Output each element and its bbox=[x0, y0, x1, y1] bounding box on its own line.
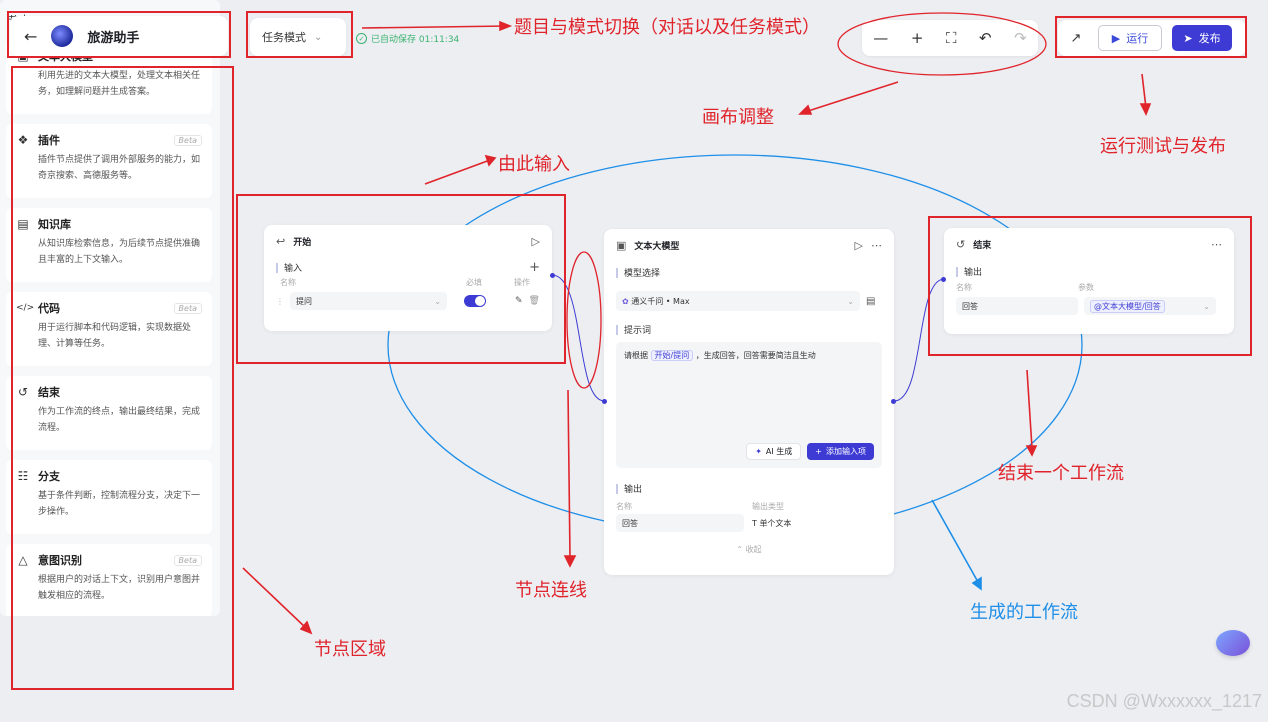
prompt-text-after: ，生成回答，回答需要简洁且生动 bbox=[695, 351, 816, 360]
section-title: 提示词 bbox=[616, 323, 882, 336]
annotation-box-end bbox=[928, 216, 1252, 356]
assistant-mascot-icon[interactable] bbox=[1216, 630, 1250, 656]
collapse-button[interactable]: ⌃ 收起 bbox=[616, 544, 882, 555]
chevron-up-icon: ⌃ bbox=[736, 545, 744, 554]
edge-ellipse bbox=[566, 251, 602, 389]
annotation-mode-switch: 题目与模式切换（对话以及任务模式） bbox=[514, 17, 820, 38]
output-name-field[interactable]: 回答 bbox=[616, 514, 744, 532]
ai-generate-label: AI 生成 bbox=[765, 447, 793, 456]
watermark: CSDN @Wxxxxxx_1217 bbox=[1066, 691, 1262, 711]
annotation-generated-flow: 生成的工作流 bbox=[970, 602, 1078, 623]
prompt-text-before: 请根据 bbox=[624, 351, 648, 360]
collapse-label: 收起 bbox=[745, 545, 762, 554]
sparkle-icon: ✦ bbox=[755, 447, 762, 456]
text-type-icon: T bbox=[752, 518, 757, 528]
add-input-button[interactable]: + 添加输入项 bbox=[807, 443, 874, 460]
llm-input-port[interactable] bbox=[602, 399, 607, 404]
settings-icon[interactable]: ▤ bbox=[866, 296, 875, 307]
ai-generate-button[interactable]: ✦ AI 生成 bbox=[746, 443, 802, 460]
llm-node[interactable]: ▣ 文本大模型 ▷ ⋯ 模型选择 ✿ 通义千问 • Max ⌄ ▤ 提示词 请根… bbox=[604, 229, 894, 575]
canvas-tools-ellipse bbox=[837, 12, 1047, 76]
model-select[interactable]: ✿ 通义千问 • Max ⌄ bbox=[616, 291, 860, 311]
annotation-box-sidebar bbox=[11, 66, 234, 690]
annotation-canvas-adjust: 画布调整 bbox=[702, 107, 774, 128]
prompt-editor[interactable]: 请根据 开始/提问 ，生成回答，回答需要简洁且生动 ✦ AI 生成 + 添加输入项 bbox=[616, 342, 882, 468]
variable-tag[interactable]: 开始/提问 bbox=[650, 350, 694, 361]
chevron-down-icon: ⌄ bbox=[847, 296, 854, 306]
annotation-box-mode bbox=[246, 11, 353, 58]
section-title: 模型选择 bbox=[616, 266, 882, 279]
annotation-input-here: 由此输入 bbox=[498, 154, 570, 175]
annotation-node-area: 节点区域 bbox=[314, 639, 386, 660]
node-title: 文本大模型 bbox=[634, 242, 680, 252]
annotation-box-start bbox=[236, 194, 566, 364]
col-type-label: 输出类型 bbox=[752, 502, 784, 511]
annotation-node-link: 节点连线 bbox=[515, 580, 587, 601]
annotation-end-flow: 结束一个工作流 bbox=[998, 463, 1124, 484]
play-circle-icon[interactable]: ▷ bbox=[855, 239, 863, 252]
cube-icon: ▣ bbox=[616, 239, 627, 252]
annotation-box-run bbox=[1055, 16, 1247, 58]
annotation-run-publish: 运行测试与发布 bbox=[1100, 136, 1226, 157]
output-name: 回答 bbox=[622, 518, 638, 528]
more-icon[interactable]: ⋯ bbox=[871, 239, 882, 252]
model-value: 通义千问 • Max bbox=[631, 296, 690, 306]
col-name-label: 名称 bbox=[616, 502, 632, 511]
annotation-box-app bbox=[7, 11, 231, 58]
llm-output-port[interactable] bbox=[891, 399, 896, 404]
output-type: 单个文本 bbox=[759, 518, 792, 528]
plus-icon: + bbox=[815, 447, 822, 456]
section-title: 输出 bbox=[616, 482, 882, 495]
model-icon: ✿ bbox=[622, 296, 629, 306]
add-input-label: 添加输入项 bbox=[826, 447, 866, 456]
